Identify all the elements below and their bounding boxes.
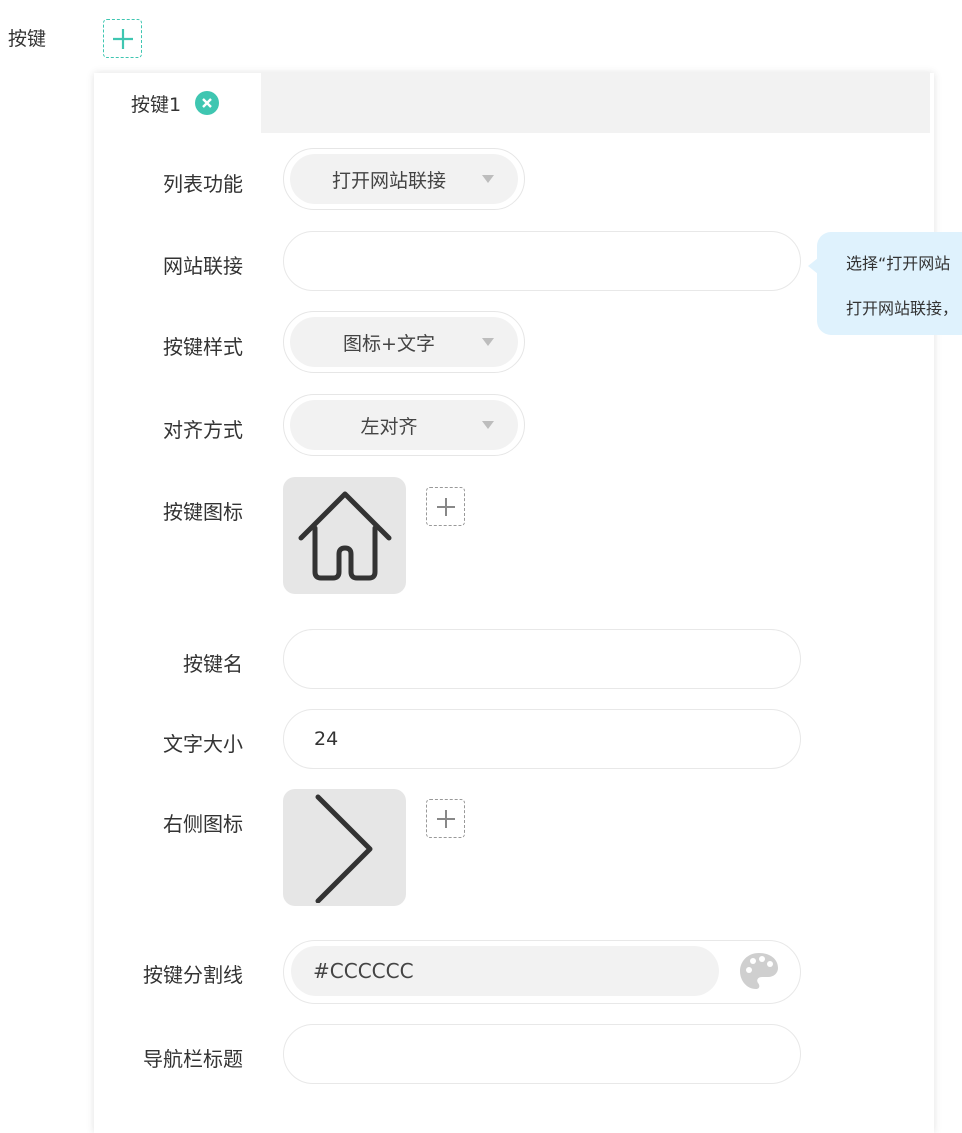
add-right-icon-button[interactable] xyxy=(426,799,465,838)
nav-title-input[interactable] xyxy=(283,1024,801,1084)
alignment-select[interactable]: 左对齐 xyxy=(283,394,525,456)
divider-color-field: #CCCCCC xyxy=(283,940,801,1004)
alignment-label: 对齐方式 xyxy=(163,418,243,442)
tooltip-line-2: 打开网站联接， xyxy=(846,299,959,318)
button-icon-label: 按键图标 xyxy=(163,500,243,524)
select-value: 左对齐 xyxy=(360,415,418,438)
select-field: 图标+文字 xyxy=(290,317,518,367)
select-field: 左对齐 xyxy=(290,400,518,450)
button-name-label: 按键名 xyxy=(183,652,243,676)
list-function-select[interactable]: 打开网站联接 xyxy=(283,148,525,210)
caret-down-icon xyxy=(482,175,494,183)
section-label: 按键 xyxy=(8,28,47,50)
divider-color-input[interactable]: #CCCCCC xyxy=(291,946,719,996)
plus-icon xyxy=(436,809,455,828)
website-link-input[interactable] xyxy=(283,231,801,291)
tab-bar: 按键1 xyxy=(94,73,930,133)
website-link-label: 网站联接 xyxy=(163,254,243,278)
divider-color-label: 按键分割线 xyxy=(143,963,243,987)
help-tooltip: 选择“打开网站 打开网站联接， xyxy=(808,232,962,335)
select-value: 打开网站联接 xyxy=(331,169,446,192)
close-tab-button[interactable] xyxy=(195,91,220,115)
caret-down-icon xyxy=(482,421,494,429)
button-style-select[interactable]: 图标+文字 xyxy=(283,311,525,373)
button-config-panel: 按键1 列表功能 打开网站联接 网站联接 按键样式 图标+文字 对齐方式 左对齐 xyxy=(94,73,934,1133)
button-style-label: 按键样式 xyxy=(163,335,243,359)
button-icon-preview[interactable] xyxy=(283,477,406,594)
plus-icon xyxy=(436,497,455,516)
list-function-label: 列表功能 xyxy=(163,172,243,196)
plus-icon xyxy=(112,28,133,49)
palette-icon[interactable] xyxy=(738,951,780,997)
close-icon xyxy=(202,98,212,108)
right-icon-preview[interactable] xyxy=(283,789,406,906)
add-button-icon-button[interactable] xyxy=(426,487,465,526)
font-size-input[interactable]: 24 xyxy=(283,709,801,769)
tab-label: 按键1 xyxy=(131,93,182,116)
select-field: 打开网站联接 xyxy=(290,154,518,204)
tab-button-1[interactable]: 按键1 xyxy=(94,73,261,133)
select-value: 图标+文字 xyxy=(343,332,435,355)
font-size-label: 文字大小 xyxy=(163,732,243,756)
add-button-button[interactable] xyxy=(103,19,142,58)
tooltip-line-1: 选择“打开网站 xyxy=(846,254,951,273)
chevron-right-icon xyxy=(315,794,372,903)
home-icon xyxy=(298,491,391,580)
right-icon-label: 右侧图标 xyxy=(163,812,243,836)
button-name-input[interactable] xyxy=(283,629,801,689)
nav-title-label: 导航栏标题 xyxy=(143,1047,243,1071)
caret-down-icon xyxy=(482,338,494,346)
